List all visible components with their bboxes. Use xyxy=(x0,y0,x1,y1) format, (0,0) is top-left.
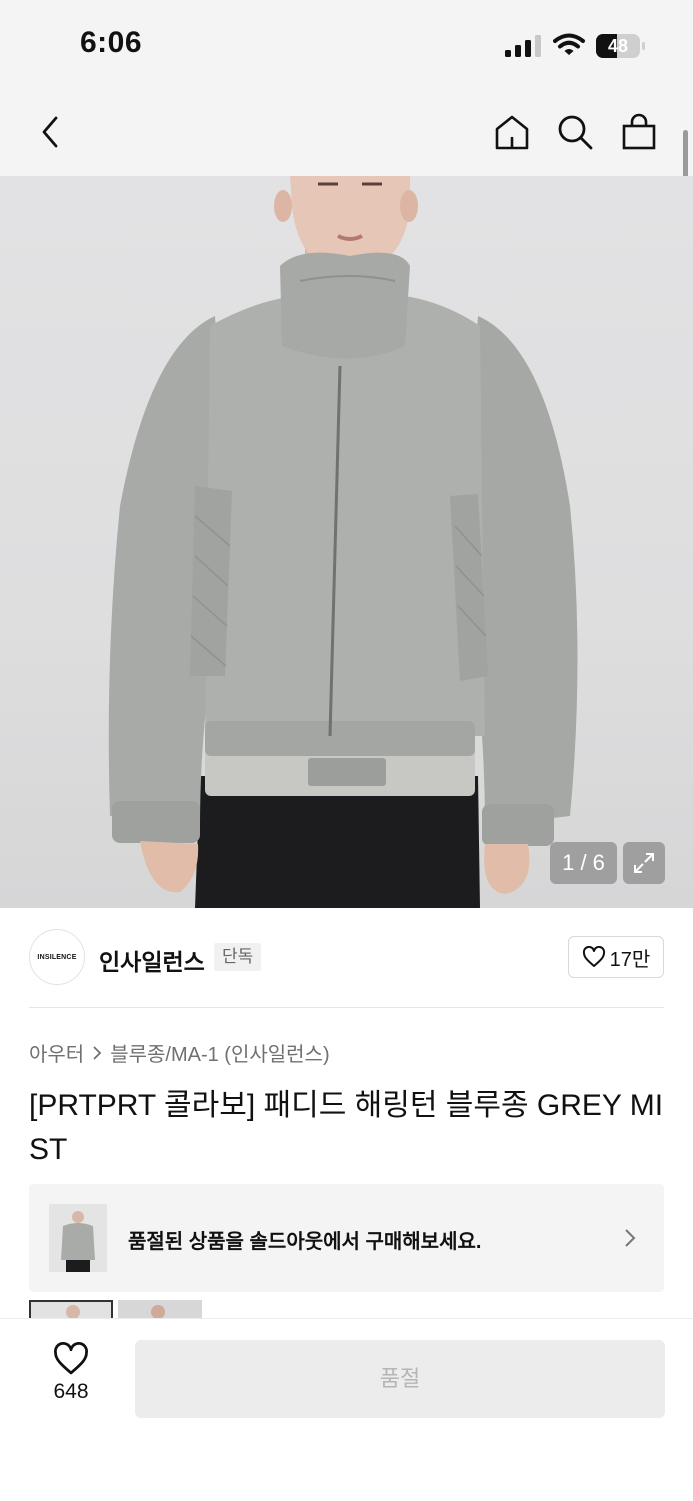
heart-icon xyxy=(582,946,605,967)
wishlist-count: 648 xyxy=(53,1380,89,1403)
breadcrumb: 아우터 블루종/MA-1 (인사일런스) xyxy=(29,1038,330,1067)
battery-indicator: 48 xyxy=(596,34,646,58)
heart-icon xyxy=(54,1342,88,1375)
brand-name[interactable]: 인사일런스 xyxy=(99,943,205,977)
chevron-right-icon xyxy=(625,1229,636,1247)
search-button[interactable] xyxy=(553,110,597,154)
wifi-icon xyxy=(553,33,585,55)
brand-logo-text: INSILENCE xyxy=(37,953,77,961)
home-icon xyxy=(495,115,529,150)
back-button[interactable] xyxy=(28,110,72,154)
chevron-left-icon xyxy=(42,116,58,148)
image-counter: 1 / 6 xyxy=(550,842,617,884)
shopping-bag-icon xyxy=(622,113,656,150)
soldout-resale-banner[interactable]: 품절된 상품을 솔드아웃에서 구매해보세요. xyxy=(29,1184,664,1292)
banner-product-thumbnail xyxy=(49,1204,107,1272)
shopping-bag-button[interactable] xyxy=(617,110,661,154)
brand-logo[interactable]: INSILENCE xyxy=(29,929,85,985)
search-icon xyxy=(558,115,593,150)
expand-icon xyxy=(634,853,654,873)
cellular-signal-icon xyxy=(505,35,541,57)
brand-like-button[interactable]: 17만 xyxy=(568,936,664,978)
home-button[interactable] xyxy=(490,110,534,154)
soldout-banner-text: 품절된 상품을 솔드아웃에서 구매해보세요. xyxy=(128,1231,482,1253)
wishlist-button[interactable]: 648 xyxy=(36,1342,106,1404)
status-time: 6:06 xyxy=(80,26,143,59)
exclusive-badge: 단독 xyxy=(214,943,262,971)
breadcrumb-category[interactable]: 아우터 xyxy=(29,1038,84,1067)
product-image-gallery[interactable] xyxy=(0,176,693,908)
product-title: [PRTPRT 콜라보] 패디드 해링턴 블루종 GREY MIST xyxy=(29,1089,664,1166)
expand-image-button[interactable] xyxy=(623,842,665,884)
top-nav-bar xyxy=(0,88,693,176)
soldout-buy-button[interactable]: 품절 xyxy=(135,1340,665,1418)
chevron-right-icon xyxy=(93,1045,102,1060)
section-divider xyxy=(29,1007,664,1008)
brand-like-count: 17만 xyxy=(609,948,651,971)
product-photo xyxy=(108,176,578,908)
breadcrumb-subcategory[interactable]: 블루종/MA-1 (인사일런스) xyxy=(110,1038,329,1067)
battery-level: 48 xyxy=(607,36,629,56)
status-bar: 6:06 48 xyxy=(0,0,693,88)
